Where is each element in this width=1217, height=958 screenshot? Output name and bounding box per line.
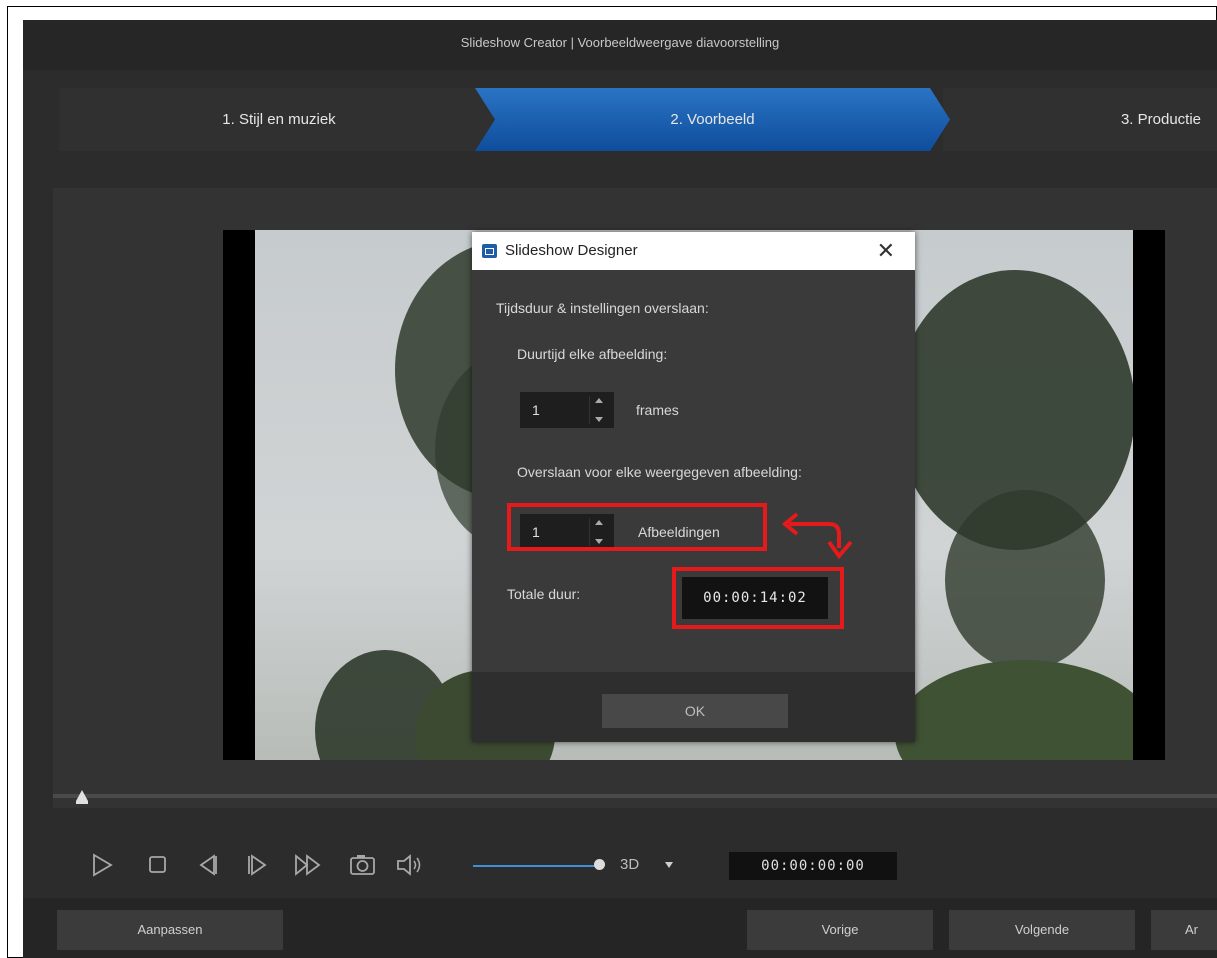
- section-label: Tijdsduur & instellingen overslaan:: [496, 300, 709, 316]
- dropdown-arrow-icon[interactable]: [665, 862, 673, 868]
- ok-button[interactable]: OK: [602, 694, 788, 728]
- previous-button[interactable]: Vorige: [747, 910, 933, 950]
- bottom-toolbar: Aanpassen Vorige Volgende Ar: [23, 898, 1217, 958]
- step-label: 1. Stijl en muziek: [222, 111, 336, 128]
- stop-icon[interactable]: [147, 854, 169, 894]
- volume-slider[interactable]: [473, 865, 599, 867]
- skip-label: Overslaan voor elke weergegeven afbeeldi…: [517, 464, 802, 480]
- step-preview-active[interactable]: 2. Voorbeeld: [475, 88, 950, 151]
- duration-label: Duurtijd elke afbeelding:: [517, 346, 668, 362]
- fast-forward-icon[interactable]: [293, 853, 323, 893]
- player-controls: 3D 00:00:00:00: [53, 845, 1217, 889]
- annotation-box-total: [672, 567, 844, 629]
- cutoff-button[interactable]: Ar: [1151, 910, 1217, 950]
- slideshow-creator-window: Slideshow Creator | Voorbeeldweergave di…: [23, 20, 1217, 958]
- play-icon[interactable]: [91, 853, 113, 893]
- wizard-steps: 1. Stijl en muziek 3. Productie 2. Voorb…: [23, 88, 1217, 151]
- close-icon[interactable]: ✕: [877, 236, 895, 266]
- next-frame-icon[interactable]: [245, 853, 269, 893]
- snapshot-icon[interactable]: [349, 853, 377, 893]
- volume-icon[interactable]: [395, 853, 423, 893]
- seek-thumb[interactable]: [76, 790, 88, 804]
- dialog-footer: OK: [472, 672, 915, 742]
- total-duration-label: Totale duur:: [507, 586, 581, 602]
- step-label: 3. Productie: [1120, 111, 1201, 128]
- seek-bar[interactable]: [53, 794, 1217, 798]
- dialog-title: Slideshow Designer: [505, 242, 638, 259]
- duration-stepper[interactable]: 1: [520, 392, 614, 428]
- arrow-down-icon[interactable]: [595, 417, 603, 422]
- timecode-display: 00:00:00:00: [729, 852, 897, 880]
- duration-unit: frames: [636, 402, 679, 418]
- 3d-mode-label[interactable]: 3D: [620, 845, 639, 885]
- annotation-arrow-icon: [781, 512, 853, 560]
- window-title: Slideshow Creator | Voorbeeldweergave di…: [460, 35, 780, 50]
- tree-shape: [945, 490, 1105, 670]
- step-style-music[interactable]: 1. Stijl en muziek: [59, 88, 499, 151]
- dialog-titlebar: Slideshow Designer ✕: [472, 232, 915, 270]
- window-titlebar: Slideshow Creator | Voorbeeldweergave di…: [23, 20, 1217, 70]
- bush-shape: [895, 660, 1133, 760]
- previous-frame-icon[interactable]: [196, 853, 220, 893]
- duration-value: 1: [532, 402, 540, 418]
- customize-button[interactable]: Aanpassen: [57, 910, 283, 950]
- stepper-arrows[interactable]: [589, 396, 608, 424]
- step-label: 2. Voorbeeld: [670, 111, 755, 128]
- step-production[interactable]: 3. Productie: [943, 88, 1217, 151]
- slideshow-designer-dialog: Slideshow Designer ✕ Tijdsduur & instell…: [472, 232, 915, 742]
- next-button[interactable]: Volgende: [949, 910, 1135, 950]
- volume-slider-thumb[interactable]: [594, 859, 605, 870]
- annotation-box-skip: [507, 503, 767, 551]
- app-logo-icon: [482, 244, 497, 258]
- arrow-up-icon[interactable]: [595, 398, 603, 403]
